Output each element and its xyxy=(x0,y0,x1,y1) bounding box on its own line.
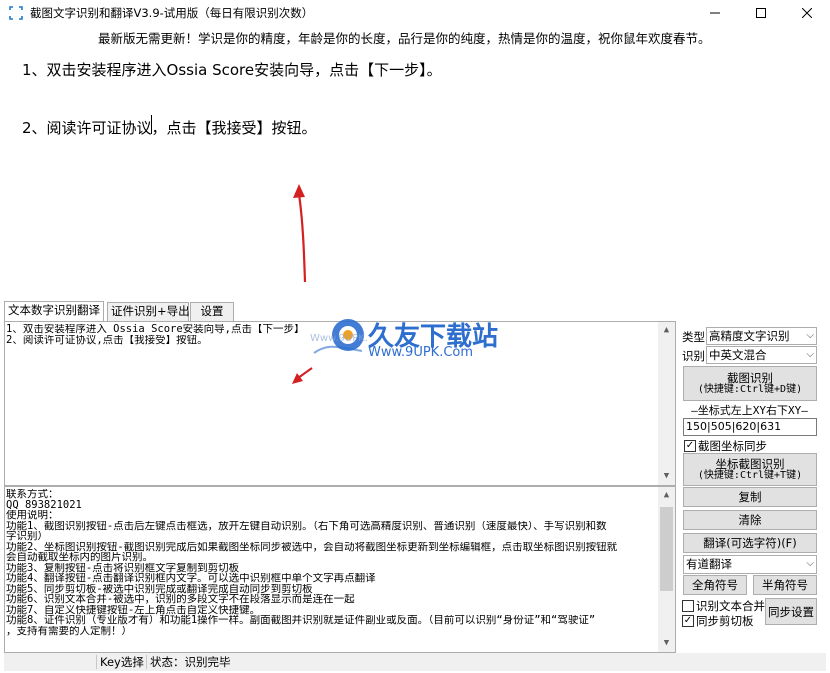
watermark-logo-icon: Www.9UPK.Com xyxy=(310,319,368,354)
chevron-down-icon: ⌵ xyxy=(806,330,814,341)
translate-label: 翻译(可选字符)(F) xyxy=(703,536,797,550)
red-arrow-icon xyxy=(293,184,307,283)
chevron-down-icon: ⌵ xyxy=(806,349,814,360)
red-arrow-small-icon xyxy=(292,367,313,384)
status-text: 状态：识别完毕 xyxy=(150,655,231,669)
halfwidth-button[interactable]: 半角符号 xyxy=(753,575,817,595)
tab-id-recognition[interactable]: 证件识别+导出 xyxy=(107,302,190,321)
result-scrollbar[interactable]: ▲ ▼ xyxy=(658,322,675,485)
recognition-label: 识别 xyxy=(682,349,705,363)
scroll-down-icon[interactable]: ▼ xyxy=(658,468,675,485)
watermark-faint-url: Www.9UPK.Com xyxy=(310,333,368,344)
coord-recognize-label: 坐标截图识别 xyxy=(715,456,785,471)
copy-button[interactable]: 复制 xyxy=(683,487,817,507)
key-select-label[interactable]: Key选择 xyxy=(100,654,144,670)
window-title: 截图文字识别和翻译V3.9-试用版（每日有限识别次数） xyxy=(30,6,314,20)
close-button[interactable] xyxy=(784,0,830,26)
fullwidth-label: 全角符号 xyxy=(692,578,738,592)
coord-input[interactable]: 150|505|620|631 xyxy=(683,418,817,436)
checkmark-icon: ✓ xyxy=(682,615,694,627)
scrollbar-thumb[interactable] xyxy=(660,507,673,591)
screenshot-preview: 最新版无需更新！学识是你的精度，年龄是你的长度，品行是你的纯度，热情是你的温度，… xyxy=(0,26,830,302)
preview-step-2: 2、阅读许可证协议，点击【我接受】按钮。 xyxy=(22,119,317,137)
sync-settings-label: 同步设置 xyxy=(768,604,814,619)
chevron-down-icon: ⌵ xyxy=(806,558,814,569)
info-line: 使用说明： xyxy=(6,510,59,521)
clear-button[interactable]: 清除 xyxy=(683,510,817,530)
copy-label: 复制 xyxy=(738,490,762,504)
info-line: 功能8、证件识别（专业版才有）和功能1操作一样。副面截图并识别就是证件副业或反面… xyxy=(6,615,596,626)
clear-label: 清除 xyxy=(738,513,762,527)
sync-settings-button[interactable]: 同步设置 xyxy=(765,598,817,625)
coord-title: —坐标式左上XY右下XY— xyxy=(691,404,808,417)
coord-sync-checkbox[interactable]: ✓ 截图坐标同步 xyxy=(684,438,767,454)
type-select-value: 高精度文字识别 xyxy=(709,329,790,343)
app-icon xyxy=(9,6,23,20)
status-divider xyxy=(146,655,147,669)
checkmark-icon: ✓ xyxy=(684,440,696,452)
translate-engine-value: 有道翻译 xyxy=(686,557,732,571)
info-line: 功能3、复制按钮-点击将识别框文字复制到剪切板 xyxy=(6,562,240,573)
coord-recognize-button[interactable]: 坐标截图识别 (快捷键:Ctrl键+T键) xyxy=(683,453,817,486)
screenshot-hotkey: (快捷键:Ctrl键+D键) xyxy=(697,383,803,395)
info-line: 功能5、同步剪切板-被选中识别完成或翻译完成自动同步到剪切板 xyxy=(6,583,313,594)
preview-step-1: 1、双击安装程序进入Ossia Score安装向导，点击【下一步】。 xyxy=(22,61,442,79)
info-scrollbar[interactable]: ▲ ▼ xyxy=(658,487,675,652)
halfwidth-label: 半角符号 xyxy=(762,578,808,592)
watermark-url: Www.9UPK.Com xyxy=(368,345,474,360)
info-line: 字识别） xyxy=(6,531,48,542)
screenshot-recognize-button[interactable]: 截图识别 (快捷键:Ctrl键+D键) xyxy=(683,366,817,401)
recognition-select-value: 中英文混合 xyxy=(709,348,767,362)
status-divider xyxy=(96,655,97,669)
text-cursor xyxy=(151,115,152,134)
info-line: ，支持有需要的人定制！） xyxy=(6,625,132,636)
info-line: 会自动截取坐标内的图片识别。 xyxy=(6,552,153,563)
minimize-button[interactable] xyxy=(692,0,738,26)
recognition-select[interactable]: 中英文混合 ⌵ xyxy=(706,346,817,364)
sync-clipboard-checkbox[interactable]: ✓ 同步剪切板 xyxy=(682,613,754,629)
info-textarea[interactable]: 联系方式： QQ 893821021 使用说明： 功能1、截图识别按钮-点击后左… xyxy=(4,486,676,653)
status-bar: Key选择 状态：识别完毕 xyxy=(4,653,826,671)
info-line: 联系方式： xyxy=(6,489,59,500)
scroll-up-icon[interactable]: ▲ xyxy=(658,487,675,504)
info-line: 功能6、识别文本合并-被选中，识别的多段文字不在段落显示而是连在一起 xyxy=(6,594,355,605)
scroll-up-icon[interactable]: ▲ xyxy=(658,322,675,339)
checkbox-empty-icon xyxy=(682,600,694,612)
tab-text-recognition[interactable]: 文本数字识别翻译 xyxy=(4,301,104,322)
type-label: 类型 xyxy=(682,330,705,344)
translate-button[interactable]: 翻译(可选字符)(F) xyxy=(683,533,817,553)
coord-sync-label: 截图坐标同步 xyxy=(698,439,767,453)
info-line: 功能4、翻译按钮-点击翻译识别框内文字。可以选中识别框中单个文字再点翻译 xyxy=(6,573,376,584)
screenshot-recognize-label: 截图识别 xyxy=(727,370,773,385)
fullwidth-button[interactable]: 全角符号 xyxy=(683,575,747,595)
maximize-icon xyxy=(756,8,766,18)
minimize-icon xyxy=(710,12,720,14)
info-line: 功能2、坐标图识别按钮-截图识别完成后如果截图坐标同步被选中，会自动将截图坐标更… xyxy=(6,541,618,552)
info-line: 功能7、自定义快捷键按钮-左上角点击自定义快捷键。 xyxy=(6,604,261,615)
coord-hotkey: (快捷键:Ctrl键+T键) xyxy=(697,469,803,481)
merge-text-checkbox[interactable]: 识别文本合并 xyxy=(682,598,765,614)
title-bar: 截图文字识别和翻译V3.9-试用版（每日有限识别次数） xyxy=(0,0,830,26)
maximize-button[interactable] xyxy=(738,0,784,26)
scroll-down-icon[interactable]: ▼ xyxy=(658,635,675,652)
merge-text-label: 识别文本合并 xyxy=(696,599,765,613)
sync-clipboard-label: 同步剪切板 xyxy=(696,614,754,628)
info-line: QQ 893821021 xyxy=(6,499,82,510)
tab-settings[interactable]: 设置 xyxy=(190,302,234,321)
type-select[interactable]: 高精度文字识别 ⌵ xyxy=(706,327,817,345)
info-line: 功能1、截图识别按钮-点击后左键点击框选，放开左键自动识别。（右下角可选高精度识… xyxy=(6,520,607,531)
close-icon xyxy=(802,8,812,18)
translate-engine-select[interactable]: 有道翻译 ⌵ xyxy=(683,555,817,574)
announcement-text: 最新版无需更新！学识是你的精度，年龄是你的长度，品行是你的纯度，热情是你的温度，… xyxy=(98,31,711,46)
